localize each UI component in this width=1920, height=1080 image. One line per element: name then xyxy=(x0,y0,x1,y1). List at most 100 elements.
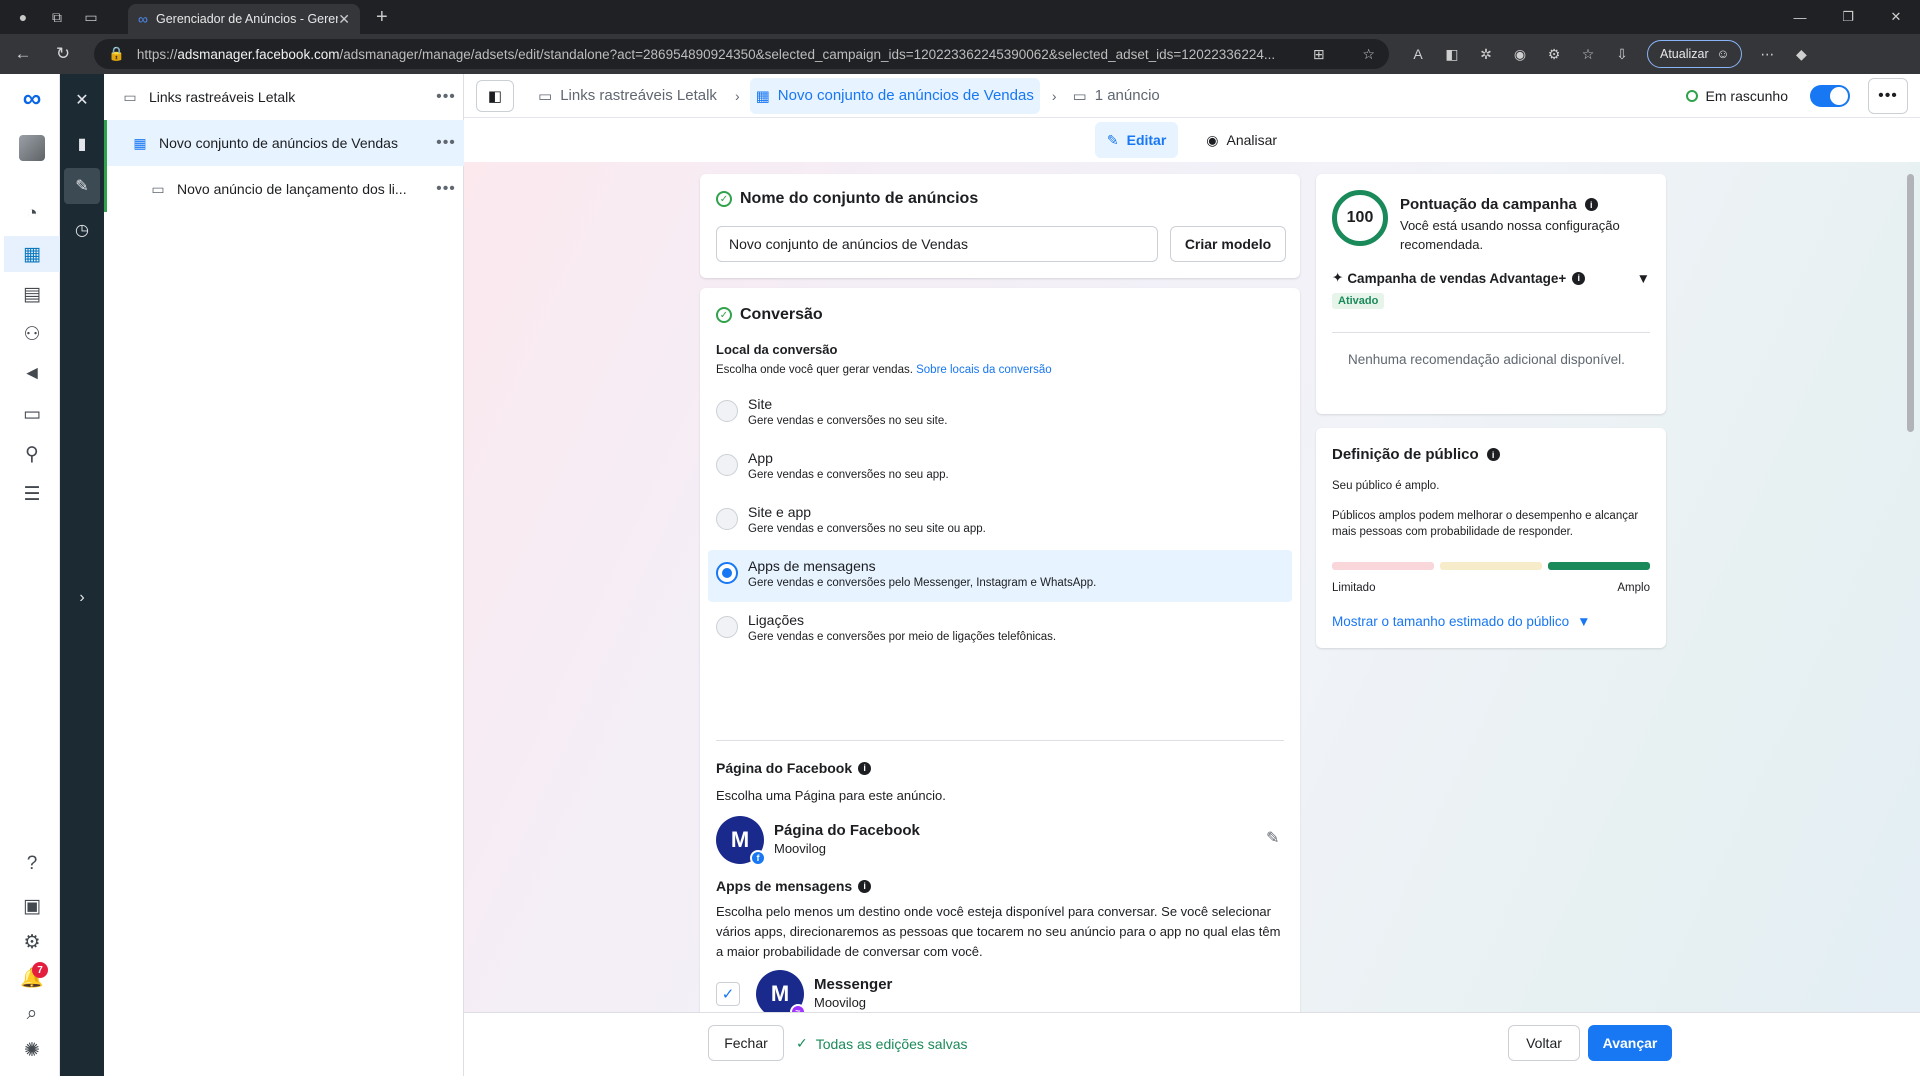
refresh-icon[interactable]: ↻ xyxy=(46,39,80,69)
close-button[interactable]: Fechar xyxy=(708,1025,784,1061)
close-window-button[interactable]: ✕ xyxy=(1872,0,1920,34)
adset-on-off-toggle[interactable] xyxy=(1810,84,1850,107)
conversion-option-title: App xyxy=(748,450,773,466)
tab-title: Gerenciador de Anúncios - Geren xyxy=(155,12,339,26)
browser-menu-icon[interactable]: ⋯ xyxy=(1750,39,1784,69)
ad-more-icon[interactable]: ••• xyxy=(428,180,464,198)
caret-down-icon[interactable]: ▼ xyxy=(1637,271,1650,286)
tree-item-ad[interactable]: ▭ Novo anúncio de lançamento dos li... •… xyxy=(104,166,464,212)
radio-button[interactable] xyxy=(716,508,738,530)
show-audience-size-link[interactable]: Mostrar o tamanho estimado do público ▼ xyxy=(1332,614,1591,629)
canvas-scrollbar[interactable] xyxy=(1907,162,1918,1012)
performance-chart-icon[interactable]: ▮ xyxy=(60,126,104,162)
tree-item-campaign[interactable]: ▭ Links rastreáveis Letalk ••• xyxy=(104,74,464,120)
campaigns-table-icon[interactable]: ▦ xyxy=(4,236,60,272)
breadcrumb-ads[interactable]: ▭ 1 anúncio xyxy=(1067,78,1166,114)
info-icon[interactable]: i xyxy=(1572,271,1586,285)
restore-button[interactable]: ❐ xyxy=(1824,0,1872,34)
bug-report-icon[interactable]: ✺ xyxy=(4,1032,60,1068)
edit-page-pencil-icon[interactable]: ✎ xyxy=(1266,828,1279,848)
info-icon[interactable]: i xyxy=(858,879,872,893)
conversion-location-title: Local da conversão xyxy=(716,342,838,357)
facebook-page-selection[interactable]: Página do Facebook Moovilog xyxy=(774,822,920,856)
translate-icon[interactable]: ◧ xyxy=(1435,39,1469,69)
radio-button[interactable] xyxy=(716,400,738,422)
help-icon[interactable]: ? xyxy=(4,846,60,882)
scrollbar-thumb[interactable] xyxy=(1907,174,1914,432)
audiences-icon[interactable]: ⚇ xyxy=(4,316,60,352)
review-mode-tab[interactable]: ◉ Analisar xyxy=(1194,122,1289,158)
downloads-icon[interactable]: ⇩ xyxy=(1605,39,1639,69)
info-icon[interactable]: i xyxy=(858,761,872,775)
edit-pencil-icon[interactable]: ✎ xyxy=(64,168,100,204)
browser-tab[interactable]: ∞ Gerenciador de Anúncios - Geren ✕ xyxy=(128,4,360,34)
extension-gear-icon[interactable]: ✲ xyxy=(1469,39,1503,69)
new-tab-button[interactable]: + xyxy=(376,6,388,29)
messenger-name: Messenger xyxy=(814,976,893,993)
toggle-panel-button[interactable]: ◧ xyxy=(476,79,514,112)
meta-favicon-icon: ∞ xyxy=(138,11,148,27)
tree-item-adset[interactable]: ▦ Novo conjunto de anúncios de Vendas ••… xyxy=(104,120,464,166)
advantage-campaign-row[interactable]: ✦ Campanha de vendas Advantage+ i ▼ xyxy=(1332,270,1650,286)
update-browser-button[interactable]: Atualizar ☺ xyxy=(1647,40,1743,68)
messenger-checkbox[interactable]: ✓ xyxy=(716,982,740,1006)
all-tools-menu-icon[interactable]: ☰ xyxy=(4,476,60,512)
notifications-bell-icon[interactable]: 🔔 7 xyxy=(4,960,60,996)
settings-gear-icon[interactable]: ⚙ xyxy=(4,924,60,960)
meta-logo-icon[interactable]: ∞ xyxy=(4,80,60,116)
next-button[interactable]: Avançar xyxy=(1588,1025,1672,1061)
tree-campaign-label: Links rastreáveis Letalk xyxy=(149,89,296,105)
breadcrumb-adset[interactable]: ▦ Novo conjunto de anúncios de Vendas xyxy=(749,77,1040,114)
audience-heading: Definição de público i xyxy=(1332,446,1500,463)
check-circle-icon: ✓ xyxy=(716,191,732,207)
adset-more-icon[interactable]: ••• xyxy=(428,134,464,152)
workspaces-icon[interactable]: ⧉ xyxy=(46,6,68,28)
close-tab-icon[interactable]: ✕ xyxy=(338,11,350,28)
dashboard-icon[interactable]: ◔ xyxy=(4,196,60,232)
edit-mode-tab[interactable]: ✎ Editar xyxy=(1094,122,1179,158)
lock-icon[interactable]: 🔒 xyxy=(108,46,125,62)
history-clock-icon[interactable]: ◷ xyxy=(60,212,104,248)
campaign-more-icon[interactable]: ••• xyxy=(428,88,464,106)
reader-icon[interactable]: A xyxy=(1401,39,1435,69)
conversion-option[interactable]: Site Gere vendas e conversões no seu site… xyxy=(708,388,1292,440)
advertising-icon[interactable]: ◄ xyxy=(4,356,60,392)
messenger-logo-icon: ≈ xyxy=(790,1004,806,1012)
conversion-option[interactable]: App Gere vendas e conversões no seu app. xyxy=(708,442,1292,494)
conversion-option[interactable]: Apps de mensagens Gere vendas e conversõe… xyxy=(708,550,1292,602)
favorites-icon[interactable]: ☆ xyxy=(1571,39,1605,69)
status-dot-icon xyxy=(1685,89,1698,102)
minimize-button[interactable]: — xyxy=(1776,0,1824,34)
back-arrow-icon[interactable]: ← xyxy=(6,39,40,69)
news-feed-icon[interactable]: ▣ xyxy=(4,888,60,924)
extensions-icon[interactable]: ⚙ xyxy=(1537,39,1571,69)
conversion-option[interactable]: Ligações Gere vendas e conversões por mei… xyxy=(708,604,1292,656)
radio-button[interactable] xyxy=(716,454,738,476)
radio-button[interactable] xyxy=(716,616,738,638)
close-editor-icon[interactable]: ✕ xyxy=(60,82,104,118)
info-icon[interactable]: i xyxy=(1486,448,1500,461)
account-avatar[interactable] xyxy=(4,130,60,166)
address-bar[interactable]: 🔒 https://adsmanager.facebook.com/adsman… xyxy=(94,39,1389,69)
info-icon[interactable]: i xyxy=(1584,198,1598,211)
create-template-button[interactable]: Criar modelo xyxy=(1170,226,1286,262)
more-options-button[interactable]: ••• xyxy=(1868,77,1908,114)
billing-card-icon[interactable]: ▭ xyxy=(4,396,60,432)
expand-chevron-icon[interactable]: › xyxy=(60,580,104,616)
favorite-star-icon[interactable]: ☆ xyxy=(1350,46,1375,63)
reports-icon[interactable]: ▤ xyxy=(4,276,60,312)
advantage-status: Ativado xyxy=(1332,292,1385,309)
copilot-icon[interactable]: ◆ xyxy=(1784,39,1818,69)
search-icon[interactable]: ⌕ xyxy=(4,996,60,1032)
breadcrumb-campaign[interactable]: ▭ Links rastreáveis Letalk xyxy=(532,78,723,114)
radio-button[interactable] xyxy=(716,562,738,584)
adset-name-input[interactable] xyxy=(716,226,1158,262)
back-button[interactable]: Voltar xyxy=(1508,1025,1580,1061)
screenshot-icon[interactable]: ◉ xyxy=(1503,39,1537,69)
app-available-icon[interactable]: ⊞ xyxy=(1301,46,1325,63)
profile-icon[interactable]: ● xyxy=(12,6,34,28)
conversion-option[interactable]: Site e app Gere vendas e conversões no se… xyxy=(708,496,1292,548)
business-tools-icon[interactable]: ⚲ xyxy=(4,436,60,472)
tab-actions-icon[interactable]: ▭ xyxy=(80,6,102,28)
conversion-location-link[interactable]: Sobre locais da conversão xyxy=(916,364,1052,376)
